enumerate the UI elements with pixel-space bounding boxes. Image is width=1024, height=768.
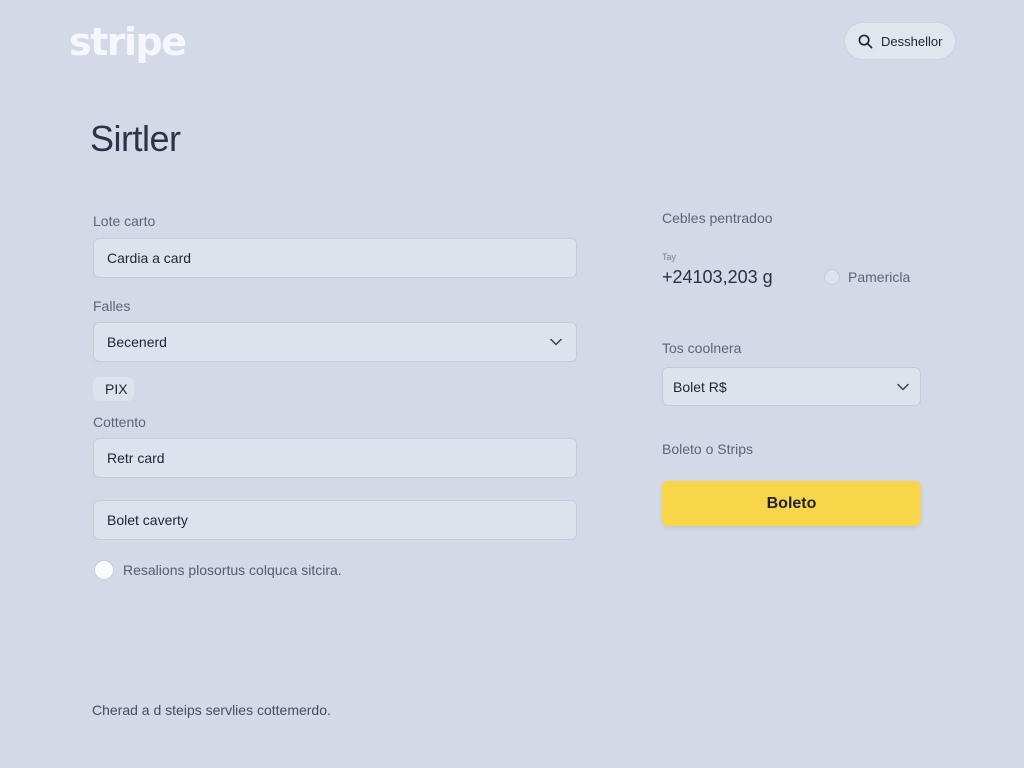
failes-select[interactable]: Becenerd <box>93 322 577 362</box>
select-field-label: Tos coolnera <box>662 340 742 356</box>
amount-caption: Tay <box>662 252 677 262</box>
stripe-logo[interactable]: stripe <box>69 20 187 64</box>
checkbox-circle[interactable] <box>94 560 114 580</box>
failes-select-value: Becenerd <box>107 334 167 350</box>
footer-note: Cherad a d steips servlies cottemerdo. <box>92 702 331 718</box>
radio-dot[interactable] <box>824 269 840 285</box>
boleto-pay-button[interactable]: Boleto <box>662 481 921 526</box>
contento-field-label: Cottento <box>93 414 146 430</box>
chevron-down-icon <box>896 380 910 394</box>
search-icon <box>857 33 873 49</box>
currency-select-value: Bolet R$ <box>673 378 727 395</box>
summary-heading: Cebles pentradoo <box>662 210 773 226</box>
pamericla-radio[interactable]: Pamericla <box>824 269 910 285</box>
boleto-caption: Boleto o Strips <box>662 441 754 457</box>
page-title: Sirtler <box>90 118 181 159</box>
failes-field-label: Falles <box>93 298 131 314</box>
search-label: Desshellor <box>881 33 943 49</box>
card-field-label: Lote carto <box>93 213 156 229</box>
bolet-caverty-value: Bolet caverty <box>107 512 188 528</box>
agreement-checkbox[interactable]: Resalions plosortus colquca sitcira. <box>94 560 342 580</box>
retr-card-input[interactable]: Retr card <box>93 438 577 478</box>
pix-option[interactable]: PIX <box>93 376 134 402</box>
bolet-caverty-input[interactable]: Bolet caverty <box>93 500 577 540</box>
retr-card-value: Retr card <box>107 450 165 466</box>
pix-label: PIX <box>93 377 134 401</box>
pamericla-label: Pamericla <box>848 269 911 285</box>
card-input[interactable]: Cardia a card <box>93 238 577 278</box>
currency-select[interactable]: Bolet R$ <box>662 367 921 406</box>
search-button[interactable]: Desshellor <box>844 22 956 60</box>
chevron-down-icon <box>549 335 563 349</box>
agreement-label: Resalions plosortus colquca sitcira. <box>123 562 342 578</box>
amount-value: +24103,203 g <box>662 267 773 287</box>
card-input-value: Cardia a card <box>107 250 192 266</box>
